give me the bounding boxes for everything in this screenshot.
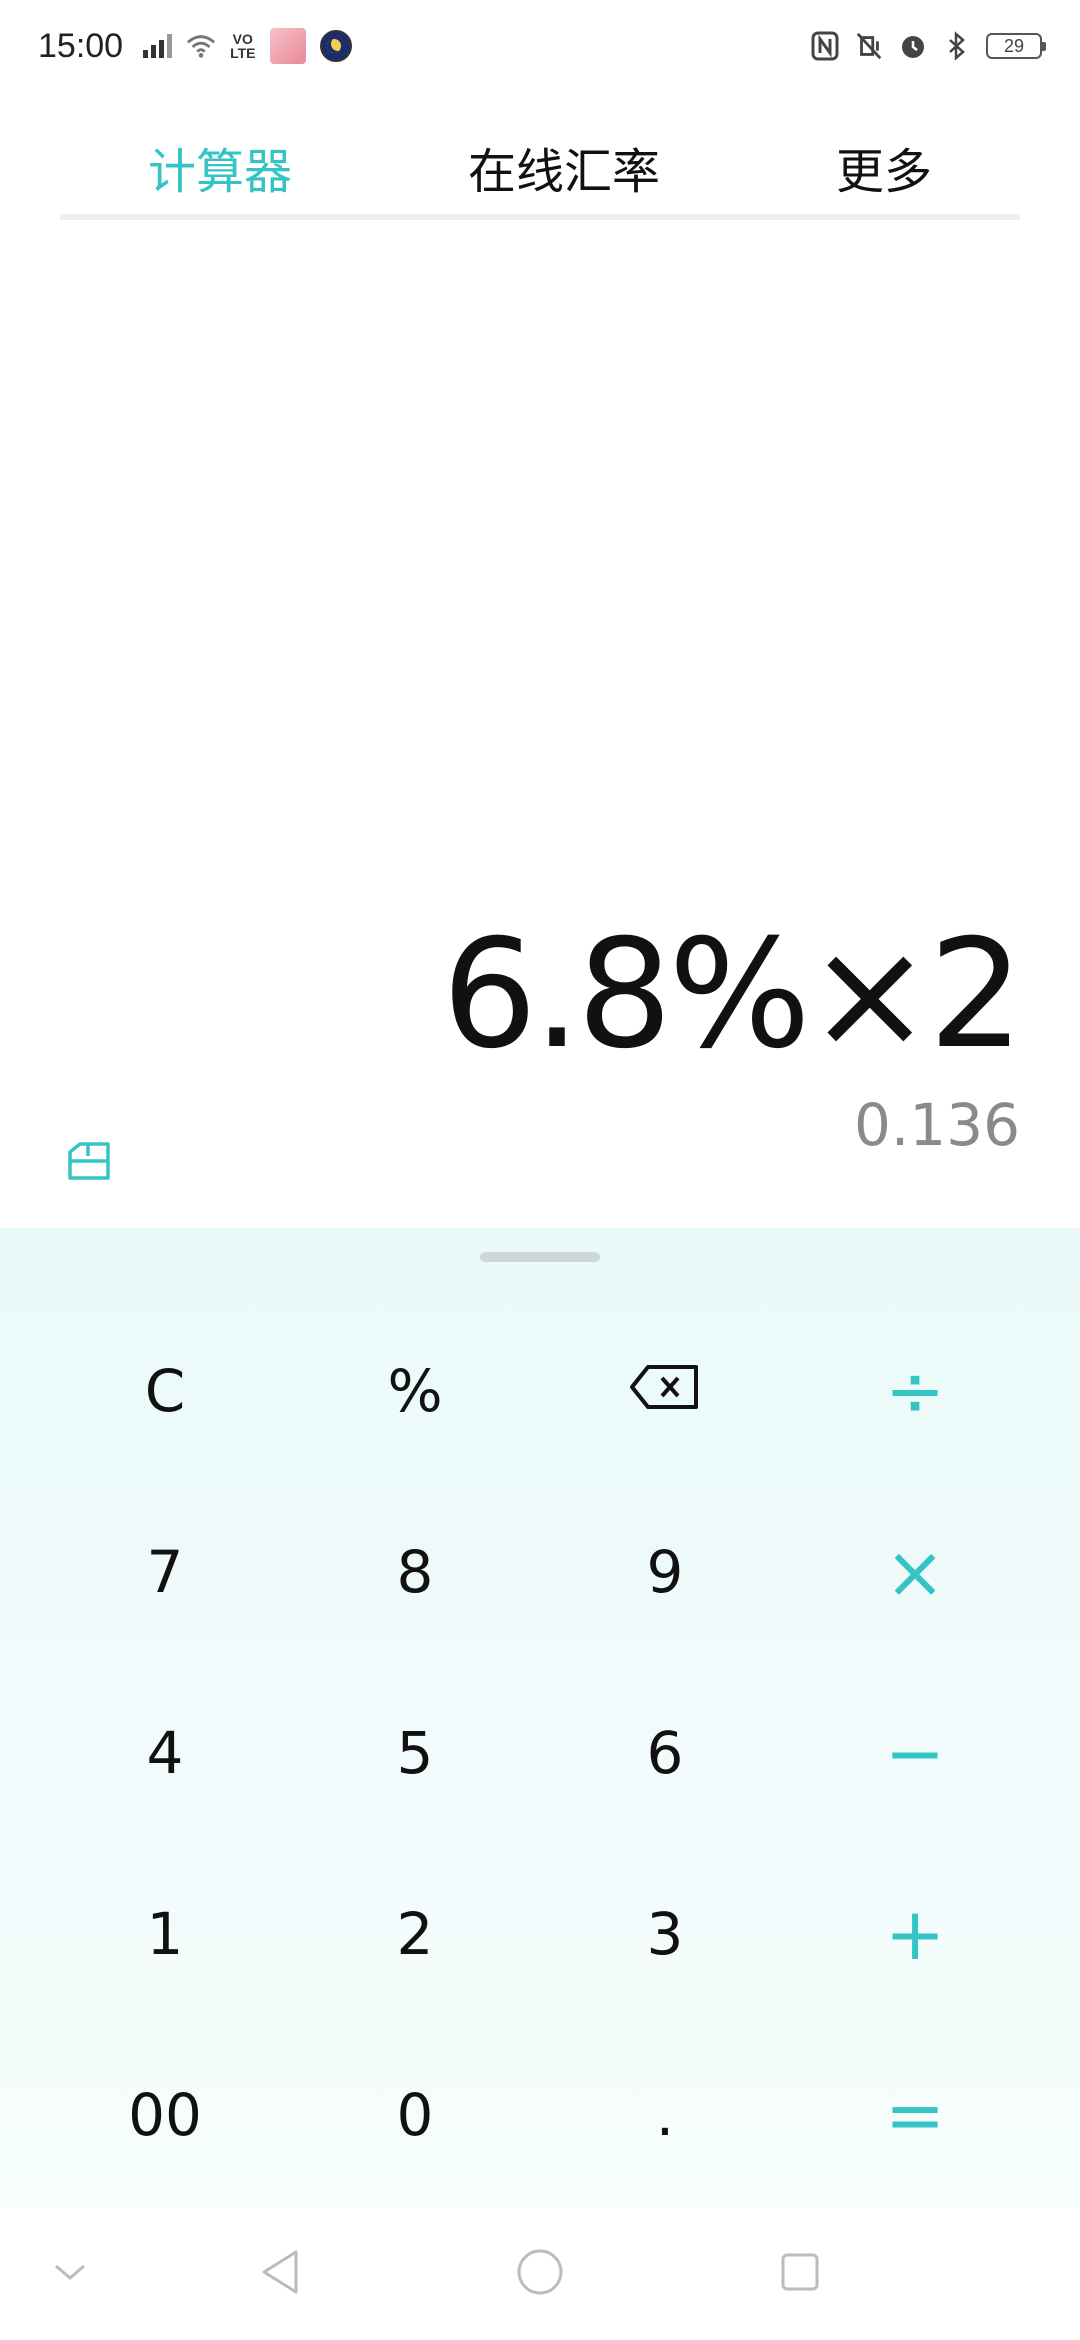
minus-button[interactable]: −: [790, 1662, 1040, 1843]
recents-square-icon: [779, 2251, 821, 2297]
keypad-drag-handle[interactable]: [480, 1252, 600, 1262]
calculator-screen: 15:00 VO LTE 29 计算器 在线汇率 更多 6.8%×2 0.136…: [0, 0, 1080, 2340]
nfc-icon: [810, 31, 840, 61]
tab-calculator[interactable]: 计算器: [128, 132, 312, 202]
battery-icon: 29: [986, 33, 1046, 59]
expression-display: 6.8%×2: [441, 908, 1024, 1082]
history-icon[interactable]: [64, 1134, 114, 1184]
chevron-down-icon: [53, 2262, 87, 2286]
mute-vibrate-icon: [854, 31, 884, 61]
nav-home-button[interactable]: [480, 2208, 600, 2340]
moon-icon: [319, 30, 352, 62]
back-triangle-icon: [258, 2248, 302, 2300]
bluetooth-icon: [942, 31, 972, 61]
digit-8-button[interactable]: 8: [290, 1481, 540, 1662]
percent-button[interactable]: %: [290, 1300, 540, 1481]
status-time: 15:00: [38, 26, 124, 65]
tab-bar: 计算器 在线汇率 更多: [60, 120, 1020, 220]
digit-5-button[interactable]: 5: [290, 1662, 540, 1843]
wifi-icon: [186, 31, 216, 61]
digit-1-button[interactable]: 1: [40, 1843, 290, 2024]
backspace-button[interactable]: [540, 1300, 790, 1481]
multiply-button[interactable]: ×: [790, 1481, 1040, 1662]
app-notification-icon: [269, 28, 306, 64]
home-circle-icon: [515, 2247, 565, 2301]
tab-exchange-rate[interactable]: 在线汇率: [448, 132, 680, 202]
alarm-icon: [898, 31, 928, 61]
plus-button[interactable]: +: [790, 1843, 1040, 2024]
digit-3-button[interactable]: 3: [540, 1843, 790, 2024]
status-left: 15:00 VO LTE: [38, 27, 352, 66]
clear-button[interactable]: C: [40, 1300, 290, 1481]
signal-icon: [143, 34, 173, 58]
tab-more[interactable]: 更多: [816, 132, 952, 202]
volte-line2: LTE: [230, 45, 256, 61]
decimal-button[interactable]: .: [540, 2024, 790, 2205]
keypad-grid: C % ÷ 7 8 9 × 4 5 6 − 1 2 3 + 00 0 . =: [0, 1300, 1080, 2205]
status-bar: 15:00 VO LTE 29: [0, 0, 1080, 92]
status-right: 29: [810, 31, 1046, 61]
digit-4-button[interactable]: 4: [40, 1662, 290, 1843]
divide-button[interactable]: ÷: [790, 1300, 1040, 1481]
double-zero-button[interactable]: 00: [40, 2024, 290, 2205]
navigation-bar: [0, 2208, 1080, 2340]
nav-recents-button[interactable]: [740, 2208, 860, 2340]
backspace-icon: [628, 1357, 702, 1425]
digit-0-button[interactable]: 0: [290, 2024, 540, 2205]
nav-collapse-button[interactable]: [10, 2208, 130, 2340]
digit-9-button[interactable]: 9: [540, 1481, 790, 1662]
volte-icon: VO LTE: [230, 32, 255, 60]
keypad: C % ÷ 7 8 9 × 4 5 6 − 1 2 3 + 00 0 . =: [0, 1228, 1080, 2208]
digit-6-button[interactable]: 6: [540, 1662, 790, 1843]
digit-7-button[interactable]: 7: [40, 1481, 290, 1662]
volte-line1: VO: [232, 31, 253, 47]
equals-button[interactable]: =: [790, 2024, 1040, 2205]
result-display: 0.136: [853, 1091, 1020, 1159]
nav-back-button[interactable]: [220, 2208, 340, 2340]
digit-2-button[interactable]: 2: [290, 1843, 540, 2024]
